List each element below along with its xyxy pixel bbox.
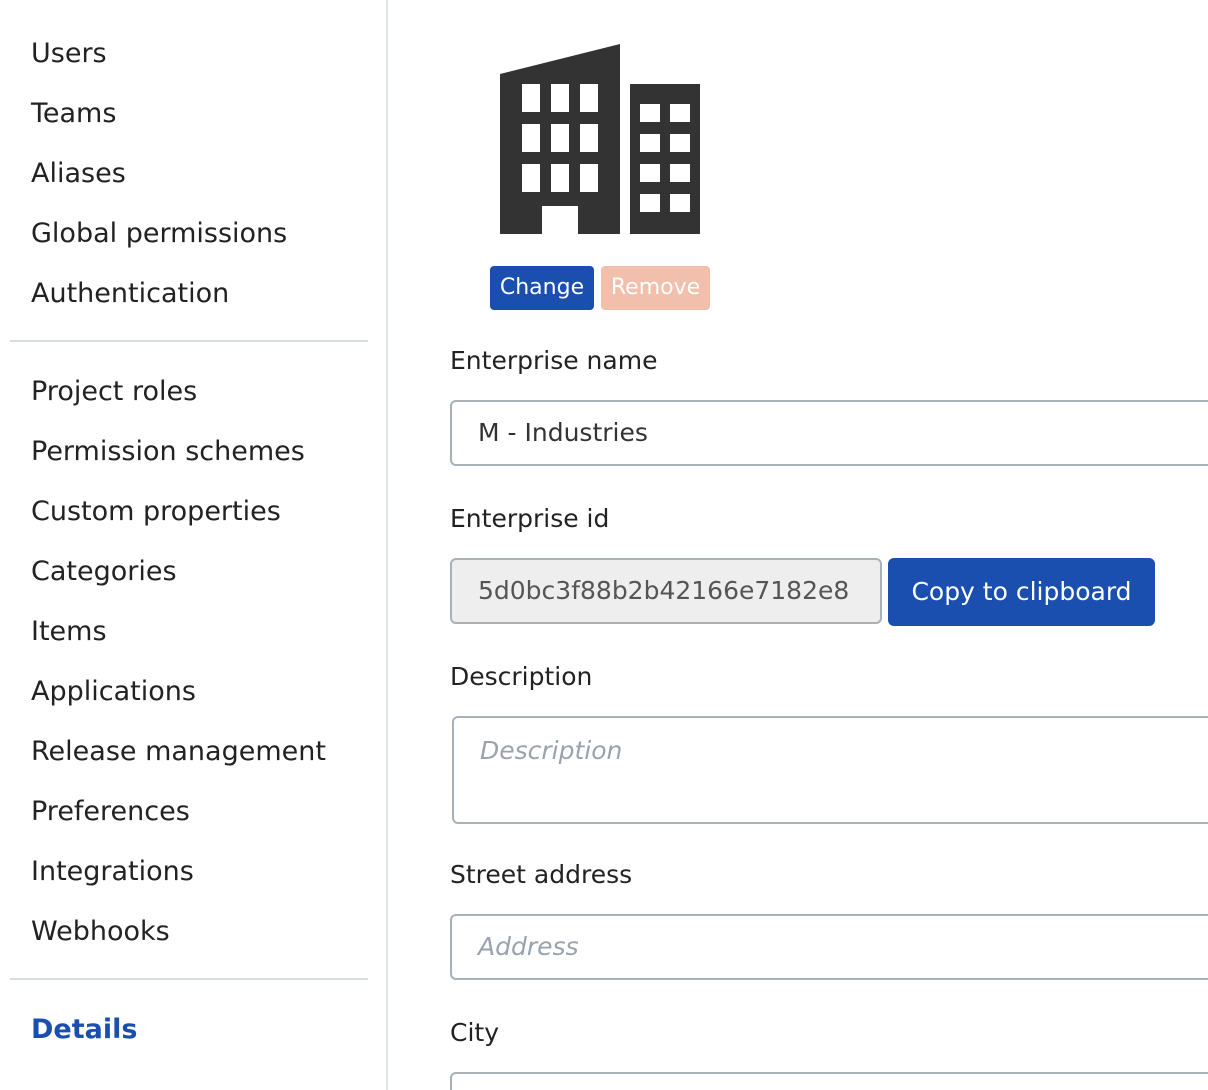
- sidebar-item-permission-schemes[interactable]: Permission schemes: [31, 435, 305, 469]
- sidebar-item-webhooks[interactable]: Webhooks: [31, 915, 170, 949]
- city-input[interactable]: [450, 1072, 1208, 1090]
- change-logo-button[interactable]: Change: [490, 266, 594, 310]
- street-address-label: Street address: [450, 860, 633, 889]
- enterprise-name-input[interactable]: M - Industries: [450, 400, 1208, 466]
- sidebar-item-custom-properties[interactable]: Custom properties: [31, 495, 281, 529]
- sidebar-item-applications[interactable]: Applications: [31, 675, 196, 709]
- description-label: Description: [450, 662, 593, 691]
- enterprise-name-label: Enterprise name: [450, 346, 658, 375]
- remove-logo-button: Remove: [601, 266, 710, 310]
- copy-to-clipboard-button[interactable]: Copy to clipboard: [888, 558, 1155, 626]
- enterprise-id-label: Enterprise id: [450, 504, 610, 533]
- sidebar-item-users[interactable]: Users: [31, 37, 107, 71]
- sidebar-item-items[interactable]: Items: [31, 615, 107, 649]
- sidebar-item-details[interactable]: Details: [31, 1013, 137, 1047]
- sidebar-item-teams[interactable]: Teams: [31, 97, 116, 131]
- enterprise-id-field: 5d0bc3f88b2b42166e7182e8: [450, 558, 882, 624]
- enterprise-name-value: M - Industries: [478, 418, 648, 447]
- enterprise-id-value: 5d0bc3f88b2b42166e7182e8: [478, 576, 850, 605]
- sidebar-item-authentication[interactable]: Authentication: [31, 277, 229, 311]
- city-label: City: [450, 1018, 499, 1047]
- sidebar-divider: [10, 978, 368, 980]
- sidebar-item-project-roles[interactable]: Project roles: [31, 375, 197, 409]
- sidebar-divider: [10, 340, 368, 342]
- sidebar-item-global-permissions[interactable]: Global permissions: [31, 217, 287, 251]
- description-placeholder: Description: [480, 736, 623, 765]
- sidebar-item-integrations[interactable]: Integrations: [31, 855, 194, 889]
- street-address-placeholder: Address: [478, 932, 579, 961]
- main-content: Change Remove Enterprise name M - Indust…: [390, 0, 1208, 1090]
- building-icon: [500, 44, 700, 234]
- sidebar-item-categories[interactable]: Categories: [31, 555, 177, 589]
- sidebar-item-preferences[interactable]: Preferences: [31, 795, 190, 829]
- sidebar: Users Teams Aliases Global permissions A…: [0, 0, 388, 1090]
- sidebar-item-release-management[interactable]: Release management: [31, 735, 326, 769]
- sidebar-item-aliases[interactable]: Aliases: [31, 157, 126, 191]
- enterprise-details-page: Users Teams Aliases Global permissions A…: [0, 0, 1208, 1090]
- street-address-input[interactable]: Address: [450, 914, 1208, 980]
- description-textarea[interactable]: Description: [452, 716, 1208, 824]
